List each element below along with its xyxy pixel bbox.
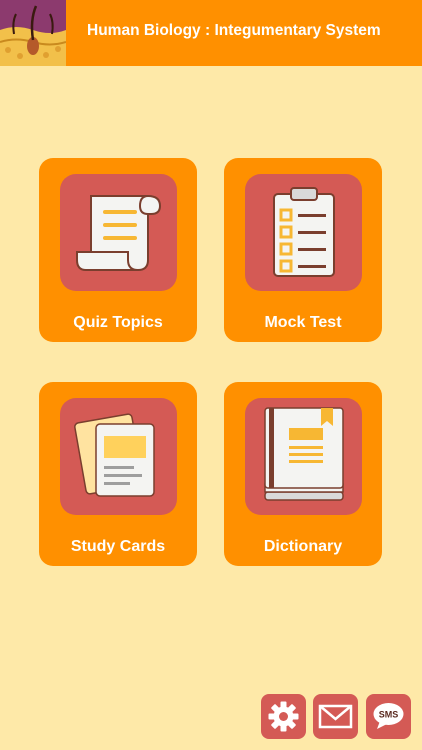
sms-label: SMS xyxy=(379,710,399,720)
quiz-topics-label: Quiz Topics xyxy=(73,314,163,331)
study-cards-button[interactable]: Study Cards xyxy=(39,382,197,566)
mail-button[interactable] xyxy=(313,694,358,739)
scroll-document-icon xyxy=(60,174,177,291)
mock-test-button[interactable]: Mock Test xyxy=(224,158,382,342)
quiz-topics-button[interactable]: Quiz Topics xyxy=(39,158,197,342)
mock-test-label: Mock Test xyxy=(264,314,342,331)
mail-icon xyxy=(318,704,353,729)
dictionary-label: Dictionary xyxy=(263,538,343,555)
page-title: Human Biology : Integumentary System xyxy=(87,22,381,39)
dictionary-button[interactable]: Dictionary xyxy=(224,382,382,566)
cards-icon xyxy=(60,398,177,515)
gear-icon xyxy=(268,701,299,732)
clipboard-checklist-icon xyxy=(245,174,362,291)
settings-button[interactable] xyxy=(261,694,306,739)
sms-chat-bubble-icon: SMS xyxy=(373,703,404,729)
skin-hair-follicle-icon xyxy=(0,0,66,66)
app-header: Human Biology : Integumentary System xyxy=(0,0,422,66)
book-icon xyxy=(245,398,362,515)
study-cards-label: Study Cards xyxy=(70,538,166,555)
sms-button[interactable]: SMS xyxy=(366,694,411,739)
